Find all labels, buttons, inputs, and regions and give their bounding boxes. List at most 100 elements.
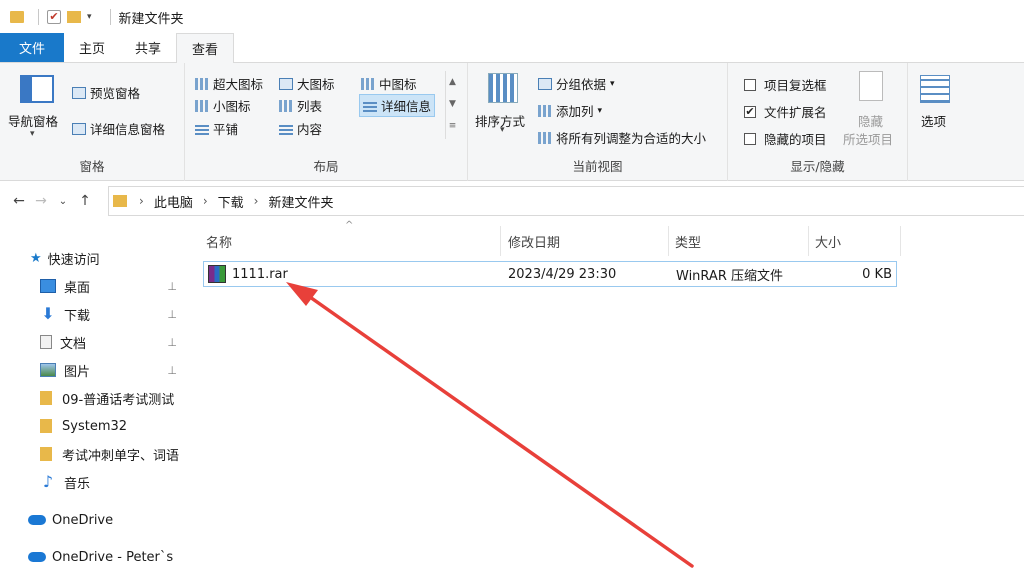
sidebar-item-documents[interactable]: 文档 ⊥ bbox=[40, 330, 183, 354]
properties-check-icon[interactable]: ✔ bbox=[47, 10, 61, 24]
breadcrumb-downloads[interactable]: 下载 bbox=[218, 192, 244, 211]
sidebar-item-pictures[interactable]: 图片 ⊥ bbox=[40, 358, 183, 382]
layout-list[interactable]: 列表 bbox=[279, 96, 322, 115]
chevron-right-icon[interactable]: › bbox=[203, 194, 208, 208]
checkbox bbox=[744, 132, 756, 145]
sidebar-item-label: 桌面 bbox=[64, 280, 91, 296]
fit-columns-button[interactable]: 将所有列调整为合适的大小 bbox=[538, 128, 706, 147]
pin-icon[interactable]: ⊥ bbox=[167, 308, 177, 321]
folder-icon bbox=[40, 447, 52, 461]
selected-items-label: 所选项目 bbox=[843, 132, 894, 147]
new-folder-icon[interactable] bbox=[67, 11, 81, 23]
file-extensions-toggle[interactable]: ✔ 文件扩展名 bbox=[744, 102, 827, 121]
sidebar-item-system32[interactable]: System32 bbox=[40, 414, 183, 438]
item-checkboxes-toggle[interactable]: 项目复选框 bbox=[744, 75, 827, 94]
chevron-down-icon: ▾ bbox=[610, 78, 615, 89]
file-modified: 2023/4/29 23:30 bbox=[508, 266, 617, 282]
tab-share[interactable]: 共享 bbox=[120, 33, 176, 62]
fit-columns-label: 将所有列调整为合适的大小 bbox=[556, 131, 707, 146]
tab-file[interactable]: 文件 bbox=[0, 33, 64, 62]
column-header-modified[interactable]: 修改日期 bbox=[502, 226, 668, 256]
column-header-size[interactable]: 大小 bbox=[809, 226, 901, 256]
layout-content[interactable]: 内容 bbox=[279, 119, 322, 138]
quick-access-dropdown[interactable]: ▾ bbox=[87, 12, 92, 22]
options-icon[interactable] bbox=[920, 75, 950, 103]
group-label-current-view: 当前视图 bbox=[572, 159, 623, 174]
file-type: WinRAR 压缩文件 bbox=[676, 268, 783, 284]
sidebar-item-label: 音乐 bbox=[64, 476, 91, 492]
preview-pane-button[interactable]: 预览窗格 bbox=[72, 83, 140, 102]
navigation-pane-icon[interactable] bbox=[20, 75, 54, 103]
group-label-panes: 窗格 bbox=[79, 159, 105, 174]
column-divider[interactable] bbox=[900, 226, 901, 256]
sidebar-item-downloads[interactable]: ⬇ 下载 ⊥ bbox=[40, 302, 183, 326]
sidebar-item-quick-access[interactable]: ★ 快速访问 bbox=[30, 246, 213, 270]
sidebar-item-label: 考试冲刺单字、词语 bbox=[62, 448, 180, 464]
sidebar-item-label: System32 bbox=[62, 418, 128, 434]
arrow-shaft bbox=[298, 288, 694, 568]
winrar-archive-icon bbox=[208, 265, 226, 283]
details-pane-icon bbox=[72, 122, 86, 135]
chevron-right-icon[interactable]: › bbox=[139, 194, 144, 208]
back-arrow-icon[interactable]: ← bbox=[8, 193, 30, 209]
chevron-right-icon[interactable]: › bbox=[254, 194, 259, 208]
layout-tiles[interactable]: 平铺 bbox=[195, 119, 238, 138]
recent-locations-chevron-icon[interactable]: ⌄ bbox=[52, 196, 74, 207]
sidebar-item-desktop[interactable]: 桌面 ⊥ bbox=[40, 274, 183, 298]
file-row[interactable]: 1111.rar 2023/4/29 23:30 WinRAR 压缩文件 0 K… bbox=[203, 261, 897, 287]
medium-icons-icon bbox=[361, 77, 375, 90]
window-title: 新建文件夹 bbox=[118, 11, 184, 27]
sidebar-item-label: OneDrive - Peter`s bbox=[52, 549, 174, 565]
sidebar-item-label: OneDrive bbox=[52, 512, 114, 528]
add-column-button[interactable]: 添加列 ▾ bbox=[538, 101, 602, 120]
tab-view[interactable]: 查看 bbox=[176, 33, 235, 63]
layout-large-icons[interactable]: 大图标 bbox=[279, 74, 335, 93]
address-bar[interactable]: › 此电脑 › 下载 › 新建文件夹 bbox=[108, 186, 1024, 216]
chevron-down-icon[interactable]: ▾ bbox=[500, 125, 505, 135]
sidebar-item-music[interactable]: ♪ 音乐 bbox=[40, 470, 183, 494]
up-arrow-icon[interactable]: ↑ bbox=[74, 193, 96, 209]
add-column-label: 添加列 bbox=[556, 104, 594, 119]
breadcrumb-this-pc[interactable]: 此电脑 bbox=[154, 192, 193, 211]
sidebar-item-onedrive[interactable]: OneDrive bbox=[28, 508, 183, 532]
group-by-icon bbox=[538, 77, 552, 90]
tab-home[interactable]: 主页 bbox=[64, 33, 120, 62]
sidebar-item-label: 快速访问 bbox=[47, 252, 100, 268]
sort-by-icon[interactable] bbox=[488, 73, 518, 103]
layout-details[interactable]: 详细信息 bbox=[359, 94, 436, 117]
options-button[interactable]: 选项 bbox=[921, 111, 946, 130]
layout-scrollbar[interactable]: ▲ ▼ ≡ bbox=[445, 71, 459, 139]
layout-extra-large-icons[interactable]: 超大图标 bbox=[195, 74, 263, 93]
pin-icon[interactable]: ⊥ bbox=[167, 336, 177, 349]
hidden-items-label: 隐藏的项目 bbox=[764, 132, 827, 147]
file-name-cell[interactable]: 1111.rar bbox=[208, 262, 288, 286]
group-show-hide: 项目复选框 ✔ 文件扩展名 隐藏的项目 隐藏 所选项目 显示/隐藏 bbox=[728, 63, 908, 181]
desktop-icon bbox=[40, 279, 56, 293]
star-icon: ★ bbox=[30, 250, 42, 266]
hide-button[interactable]: 隐藏 bbox=[858, 111, 883, 130]
sidebar-item-folder[interactable]: 考试冲刺单字、词语 bbox=[40, 442, 183, 466]
checkbox-checked: ✔ bbox=[744, 104, 756, 118]
navigation-bar: ← → ⌄ ↑ › 此电脑 › 下载 › 新建文件夹 bbox=[0, 186, 1024, 216]
layout-small-icons[interactable]: 小图标 bbox=[195, 96, 251, 115]
layout-label: 平铺 bbox=[213, 122, 239, 137]
layout-medium-icons[interactable]: 中图标 bbox=[361, 74, 417, 93]
column-header-type[interactable]: 类型 bbox=[669, 226, 809, 256]
breadcrumb-new-folder[interactable]: 新建文件夹 bbox=[268, 192, 333, 211]
navigation-pane: ★ 快速访问 桌面 ⊥ ⬇ 下载 ⊥ 文档 ⊥ 图片 ⊥ 09-普通话考试测试 bbox=[0, 240, 183, 570]
hidden-items-toggle[interactable]: 隐藏的项目 bbox=[744, 129, 827, 148]
onedrive-cloud-icon bbox=[28, 515, 46, 525]
folder-icon bbox=[40, 391, 52, 405]
navigation-pane-button[interactable]: 导航窗格 bbox=[8, 111, 58, 130]
column-divider[interactable] bbox=[500, 226, 501, 256]
chevron-down-icon[interactable]: ▾ bbox=[30, 129, 35, 139]
sidebar-item-onedrive-personal[interactable]: OneDrive - Peter`s bbox=[28, 545, 183, 569]
pin-icon[interactable]: ⊥ bbox=[167, 280, 177, 293]
group-by-button[interactable]: 分组依据 ▾ bbox=[538, 74, 615, 93]
layout-label: 内容 bbox=[297, 122, 323, 137]
forward-arrow-icon[interactable]: → bbox=[30, 193, 52, 209]
details-pane-button[interactable]: 详细信息窗格 bbox=[72, 119, 165, 138]
column-header-name[interactable]: 名称 bbox=[200, 226, 500, 256]
pin-icon[interactable]: ⊥ bbox=[167, 364, 177, 377]
sidebar-item-folder[interactable]: 09-普通话考试测试 bbox=[40, 386, 183, 410]
